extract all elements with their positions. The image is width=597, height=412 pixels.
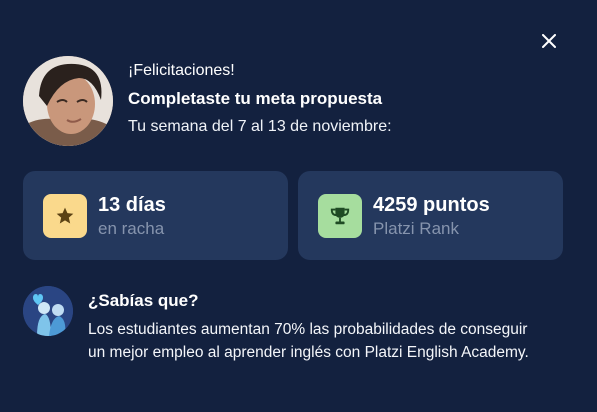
header-text: ¡Felicitaciones! Completaste tu meta pro… [128,62,392,137]
goal-title: Completaste tu meta propuesta [128,89,383,108]
rank-stat-card: 4259 puntos Platzi Rank [298,171,563,260]
rank-label: Platzi Rank [373,218,459,238]
rank-stat-text: 4259 puntos Platzi Rank [373,193,490,239]
greeting-text: ¡Felicitaciones! [128,62,235,79]
streak-stat-card: 13 días en racha [23,171,288,260]
star-icon [56,207,74,223]
fact-text: ¿Sabías que? Los estudiantes aumentan 70… [88,286,548,364]
close-button[interactable] [538,30,560,52]
streak-label: en racha [98,218,165,238]
fact-body: Los estudiantes aumentan 70% las probabi… [88,321,529,361]
header: ¡Felicitaciones! Completaste tu meta pro… [23,56,392,146]
star-badge [43,193,87,238]
rank-value: 4259 puntos [373,193,490,216]
trophy-icon [330,207,350,224]
week-range-text: Tu semana del 7 al 13 de noviembre: [128,118,392,135]
people-heart-icon [23,286,73,336]
streak-stat-text: 13 días en racha [98,193,166,239]
streak-value: 13 días [98,193,166,216]
avatar [23,56,113,146]
did-you-know-section: ¿Sabías que? Los estudiantes aumentan 70… [23,286,548,364]
user-avatar-image [23,56,113,146]
fact-title: ¿Sabías que? [88,291,199,310]
congrats-card: ¡Felicitaciones! Completaste tu meta pro… [0,0,597,412]
trophy-badge [318,193,362,238]
close-icon [542,34,556,48]
